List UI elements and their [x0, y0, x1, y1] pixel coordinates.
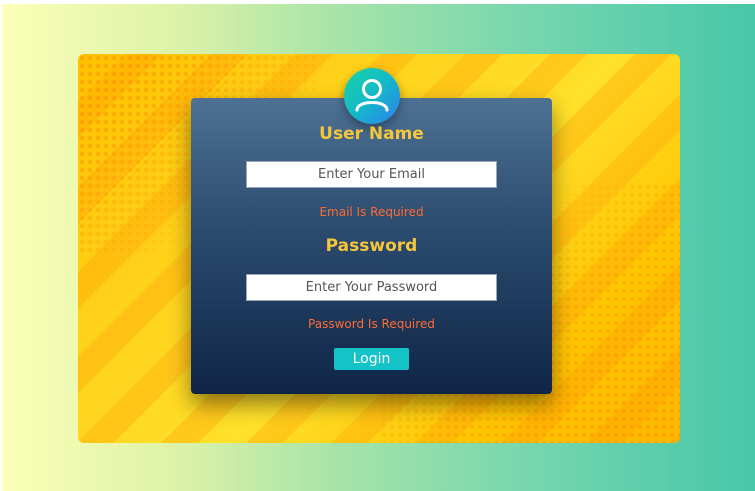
- username-label: User Name: [319, 124, 424, 144]
- password-error-message: Password Is Required: [308, 317, 435, 331]
- login-button[interactable]: Login: [334, 348, 409, 370]
- email-error-message: Email Is Required: [319, 205, 424, 219]
- user-icon: [344, 68, 400, 124]
- email-field[interactable]: [246, 161, 497, 188]
- password-label: Password: [325, 236, 418, 256]
- password-field[interactable]: [246, 274, 497, 301]
- user-icon-glyph: [355, 79, 389, 112]
